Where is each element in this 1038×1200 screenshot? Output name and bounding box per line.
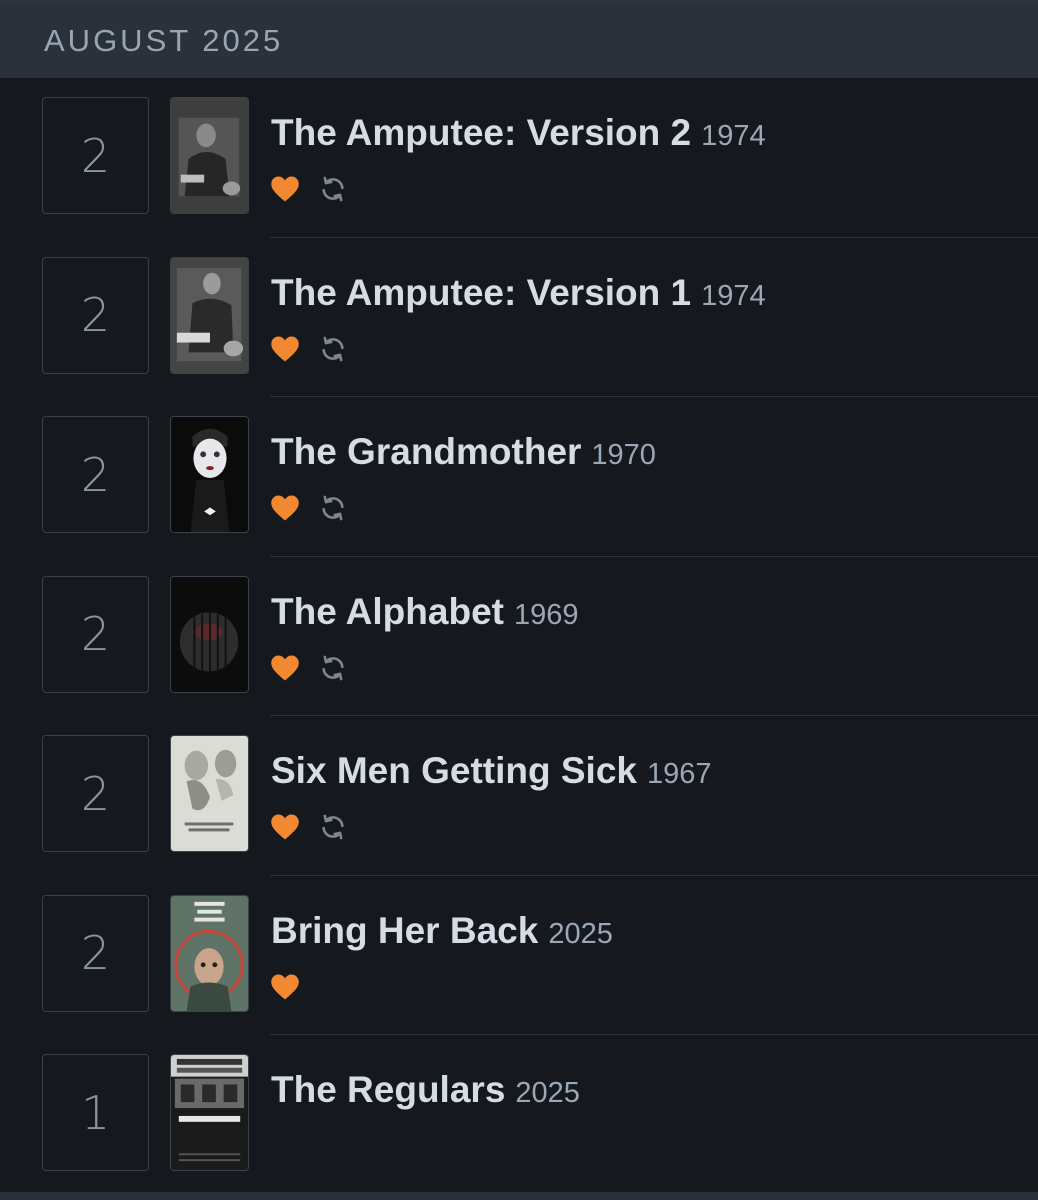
title-line: Six Men Getting Sick 1967 (271, 750, 712, 792)
film-poster[interactable] (170, 894, 249, 1012)
film-year[interactable]: 1967 (647, 758, 712, 791)
heart-icon (271, 336, 299, 361)
day-box[interactable]: 2 (42, 416, 149, 533)
film-year[interactable]: 1974 (701, 280, 766, 313)
entry-icons (270, 654, 348, 682)
diary-entry[interactable]: 2 The Amputee: Version 2 1974 (0, 78, 1038, 238)
day-number: 2 (80, 447, 111, 502)
diary-entry[interactable]: 2 The Alphabet 1969 (0, 557, 1038, 716)
heart-icon (271, 655, 299, 680)
heart-icon (271, 495, 299, 521)
film-year[interactable]: 1974 (701, 120, 766, 153)
rewatch-icon (322, 655, 344, 680)
day-box[interactable]: 2 (42, 735, 149, 852)
bottom-bar (0, 1192, 1038, 1200)
film-title[interactable]: The Regulars (271, 1069, 505, 1111)
film-title[interactable]: The Alphabet (271, 591, 504, 633)
film-year[interactable]: 2025 (548, 918, 613, 951)
diary-list: 2 The Amputee: Version 2 1974 2 The Ampu… (0, 78, 1038, 1195)
heart-icon (271, 974, 299, 999)
film-poster[interactable] (170, 256, 249, 374)
heart-icon (271, 176, 299, 202)
diary-entry[interactable]: 2 The Amputee: Version 1 1974 (0, 238, 1038, 397)
entry-icons (270, 813, 348, 841)
rewatch-icon (322, 814, 344, 840)
rewatch-icon (322, 336, 344, 361)
title-line: The Amputee: Version 1 1974 (271, 272, 766, 314)
heart-icon (271, 814, 299, 840)
day-number: 2 (80, 128, 111, 183)
film-title[interactable]: The Grandmother (271, 431, 581, 473)
title-line: The Grandmother 1970 (271, 431, 656, 473)
film-poster[interactable] (170, 97, 249, 214)
film-poster[interactable] (170, 735, 249, 852)
day-number: 2 (80, 607, 111, 661)
film-year[interactable]: 1970 (591, 439, 656, 472)
day-box[interactable]: 2 (42, 97, 149, 214)
film-title[interactable]: Bring Her Back (271, 910, 538, 952)
diary-entry[interactable]: 2 The Grandmother 1970 (0, 397, 1038, 557)
title-line: The Regulars 2025 (271, 1069, 580, 1111)
title-line: The Alphabet 1969 (271, 591, 578, 633)
film-title[interactable]: The Amputee: Version 2 (271, 112, 691, 154)
film-title[interactable]: The Amputee: Version 1 (271, 272, 691, 314)
month-header: AUGUST 2025 (0, 3, 1038, 78)
diary-entry[interactable]: 2 Six Men Getting Sick 1967 (0, 716, 1038, 876)
diary-entry[interactable]: 2 Bring Her Back 2025 (0, 876, 1038, 1035)
film-year[interactable]: 1969 (514, 599, 579, 632)
day-box[interactable]: 2 (42, 575, 149, 693)
title-line: Bring Her Back 2025 (271, 910, 613, 952)
day-box[interactable]: 1 (42, 1054, 149, 1171)
film-year[interactable]: 2025 (515, 1077, 580, 1110)
month-label: AUGUST 2025 (44, 22, 284, 58)
rewatch-icon (322, 176, 344, 202)
diary-page: AUGUST 2025 2 The Amputee: Version 2 197… (0, 0, 1038, 1200)
day-box[interactable]: 2 (42, 894, 149, 1012)
film-title[interactable]: Six Men Getting Sick (271, 750, 637, 792)
film-poster[interactable] (170, 575, 249, 693)
film-poster[interactable] (170, 1054, 249, 1171)
rewatch-icon (322, 495, 344, 521)
day-box[interactable]: 2 (42, 256, 149, 374)
day-number: 2 (80, 926, 111, 980)
day-number: 1 (80, 1085, 111, 1140)
entry-icons (270, 335, 348, 363)
diary-entry[interactable]: 1 The Regulars 2025 (0, 1035, 1038, 1195)
title-line: The Amputee: Version 2 1974 (271, 112, 766, 154)
day-number: 2 (80, 766, 111, 821)
entry-icons (270, 973, 300, 1001)
entry-icons (270, 494, 348, 522)
entry-icons (270, 175, 348, 203)
film-poster[interactable] (170, 416, 249, 533)
day-number: 2 (80, 288, 111, 342)
